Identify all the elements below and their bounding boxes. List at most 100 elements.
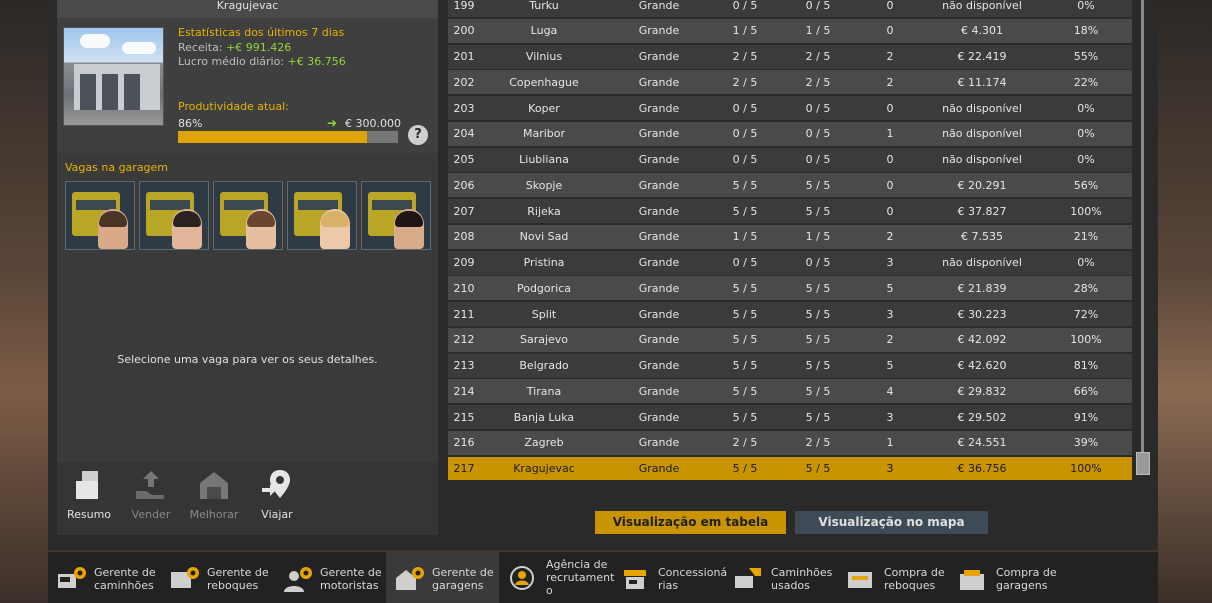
travel-button[interactable]: Viajar [247,468,307,521]
cell-trailers: 2 [886,333,894,347]
garage-slot-4[interactable] [287,181,357,250]
table-row[interactable]: 208 Novi Sad Grande 1 / 5 1 / 5 2 € 7.535 21% [448,224,1132,249]
upgrade-button[interactable]: Melhorar [184,468,244,521]
nav-truck-gear[interactable]: Gerente de caminhões [48,552,161,603]
slots-title: Vagas na garagem [65,161,169,174]
cell-trailers: 0 [886,24,894,38]
cell-trailers: 0 [886,0,894,12]
table-row[interactable]: 214 Tirana Grande 5 / 5 5 / 5 4 € 29.832 66% [448,379,1132,404]
cell-drivers: 1 / 5 [805,24,831,38]
cell-size: Grande [638,50,680,63]
cell-city: Sarajevo [519,333,569,347]
cell-city: Skopje [525,178,563,192]
cell-city: Pristina [523,256,565,269]
garage-slot-1[interactable] [65,181,135,250]
garage-slot-3[interactable] [213,181,283,250]
table-row[interactable]: 204 Maribor Grande 0 / 5 0 / 5 1 não disponíve… [448,121,1132,146]
cell-city: Liubliana [519,153,569,166]
cell-drivers: 5 / 5 [805,178,831,192]
cell-trailers: 4 [886,384,894,398]
cell-id: 204 [453,127,475,141]
table-row[interactable]: 216 Zagreb Grande 2 / 5 2 / 5 1 € 24.551 39% [448,430,1132,455]
cell-productivity: 100% [1070,462,1102,475]
cell-profit: € 24.551 [957,436,1007,450]
cell-trucks: 5 / 5 [732,384,758,398]
nav-garage-gear[interactable]: Gerente de garagens [386,552,499,603]
cell-size: Grande [638,178,680,192]
table-row[interactable]: 212 Sarajevo Grande 5 / 5 5 / 5 2 € 42.092 100% [448,327,1132,352]
table-row[interactable]: 200 Luga Grande 1 / 5 1 / 5 0 € 4.301 18% [448,18,1132,43]
cell-size: Grande [638,75,680,89]
nav-buy-trailer[interactable]: Compra de reboques [838,552,951,603]
table-scrollbar-thumb[interactable] [1136,452,1150,475]
cell-profit: € 37.827 [957,204,1007,218]
nav-label: Compra de garagens [996,566,1057,592]
garage-upgrade-icon [184,468,244,502]
travel-label: Viajar [261,508,293,521]
nav-recruitment[interactable]: Agência de recrutament o [500,552,614,603]
table-row[interactable]: 199 Turku Grande 0 / 5 0 / 5 0 não disponível 0… [448,0,1132,17]
table-row[interactable]: 210 Podgorica Grande 5 / 5 5 / 5 5 € 21.839 28% [448,276,1132,301]
cell-drivers: 5 / 5 [805,384,831,398]
cell-city: Turku [529,0,559,12]
cell-trailers: 5 [886,359,894,372]
daily-profit-value: +€ 36.756 [287,55,346,68]
cell-productivity: 0% [1077,256,1095,269]
cell-trailers: 1 [886,436,894,450]
revenue-label: Receita: [178,41,223,54]
nav-driver-gear[interactable]: Gerente de motoristas [274,552,387,603]
garage-slot-5[interactable] [361,181,431,250]
table-view-button[interactable]: Visualização em tabela [595,511,786,534]
sell-label: Vender [131,508,171,521]
table-row[interactable]: 205 Liubliana Grande 0 / 5 0 / 5 0 não disponí… [448,147,1132,172]
cell-size: Grande [638,359,680,372]
cell-profit: € 36.756 [957,462,1007,475]
cell-trailers: 0 [886,153,894,166]
table-row[interactable]: 217 Kragujevac Grande 5 / 5 5 / 5 3 € 36.756 10… [448,456,1132,480]
cell-size: Grande [638,410,680,424]
cell-id: 211 [453,307,475,321]
garage-image [63,27,164,126]
cell-productivity: 91% [1073,410,1099,424]
cell-id: 208 [453,230,475,244]
cell-productivity: 39% [1073,436,1099,450]
nav-trailer-gear[interactable]: Gerente de reboques [161,552,274,603]
cell-drivers: 5 / 5 [805,333,831,347]
table-row[interactable]: 203 Koper Grande 0 / 5 0 / 5 0 não disponível 0… [448,96,1132,120]
cell-city: Novi Sad [519,230,569,244]
cell-id: 212 [453,333,475,347]
summary-icon [59,468,119,502]
daily-profit-label: Lucro médio diário: [178,55,285,68]
map-view-button[interactable]: Visualização no mapa [795,511,988,534]
garage-slot-2[interactable] [139,181,209,250]
trailer-gear-icon [169,564,199,592]
cell-productivity: 28% [1073,281,1099,295]
select-slot-message: Selecione uma vaga para ver os seus deta… [117,353,378,366]
cell-city: Kragujevac [513,462,575,475]
garage-detail-panel: Kragujevac Estatísticas dos últimos 7 di… [57,0,438,535]
table-row[interactable]: 206 Skopje Grande 5 / 5 5 / 5 0 € 20.291 56% [448,173,1132,198]
sell-button[interactable]: Vender [121,468,181,521]
table-row[interactable]: 213 Belgrado Grande 5 / 5 5 / 5 5 € 42.620 81% [448,353,1132,378]
nav-used-truck[interactable]: Caminhões usados [725,552,838,603]
table-row[interactable]: 211 Split Grande 5 / 5 5 / 5 3 € 30.223 72% [448,302,1132,326]
table-row[interactable]: 201 Vilnius Grande 2 / 5 2 / 5 2 € 22.419 55% [448,44,1132,69]
table-scrollbar-track[interactable] [1141,0,1144,460]
cell-city: Banja Luka [513,410,575,424]
cell-trucks: 5 / 5 [732,462,758,475]
table-row[interactable]: 202 Copenhague Grande 2 / 5 2 / 5 2 € 11.174 22… [448,70,1132,95]
table-row[interactable]: 207 Rijeka Grande 5 / 5 5 / 5 0 € 37.827 100% [448,199,1132,223]
cell-trailers: 5 [886,281,894,295]
nav-dealership[interactable]: Concessioná rias [612,552,727,603]
table-row[interactable]: 215 Banja Luka Grande 5 / 5 5 / 5 3 € 29.502 91… [448,405,1132,429]
cell-id: 209 [453,256,475,269]
help-button[interactable]: ? [408,125,428,145]
cell-profit: € 29.502 [957,410,1007,424]
table-row[interactable]: 209 Pristina Grande 0 / 5 0 / 5 3 não disponív… [448,250,1132,275]
cell-profit: não disponível [942,0,1022,12]
cell-drivers: 2 / 5 [805,75,831,89]
cell-profit: € 22.419 [957,50,1007,63]
nav-buy-garage[interactable]: Compra de garagens [950,552,1063,603]
summary-button[interactable]: Resumo [59,468,119,521]
cell-city: Copenhague [509,75,579,89]
